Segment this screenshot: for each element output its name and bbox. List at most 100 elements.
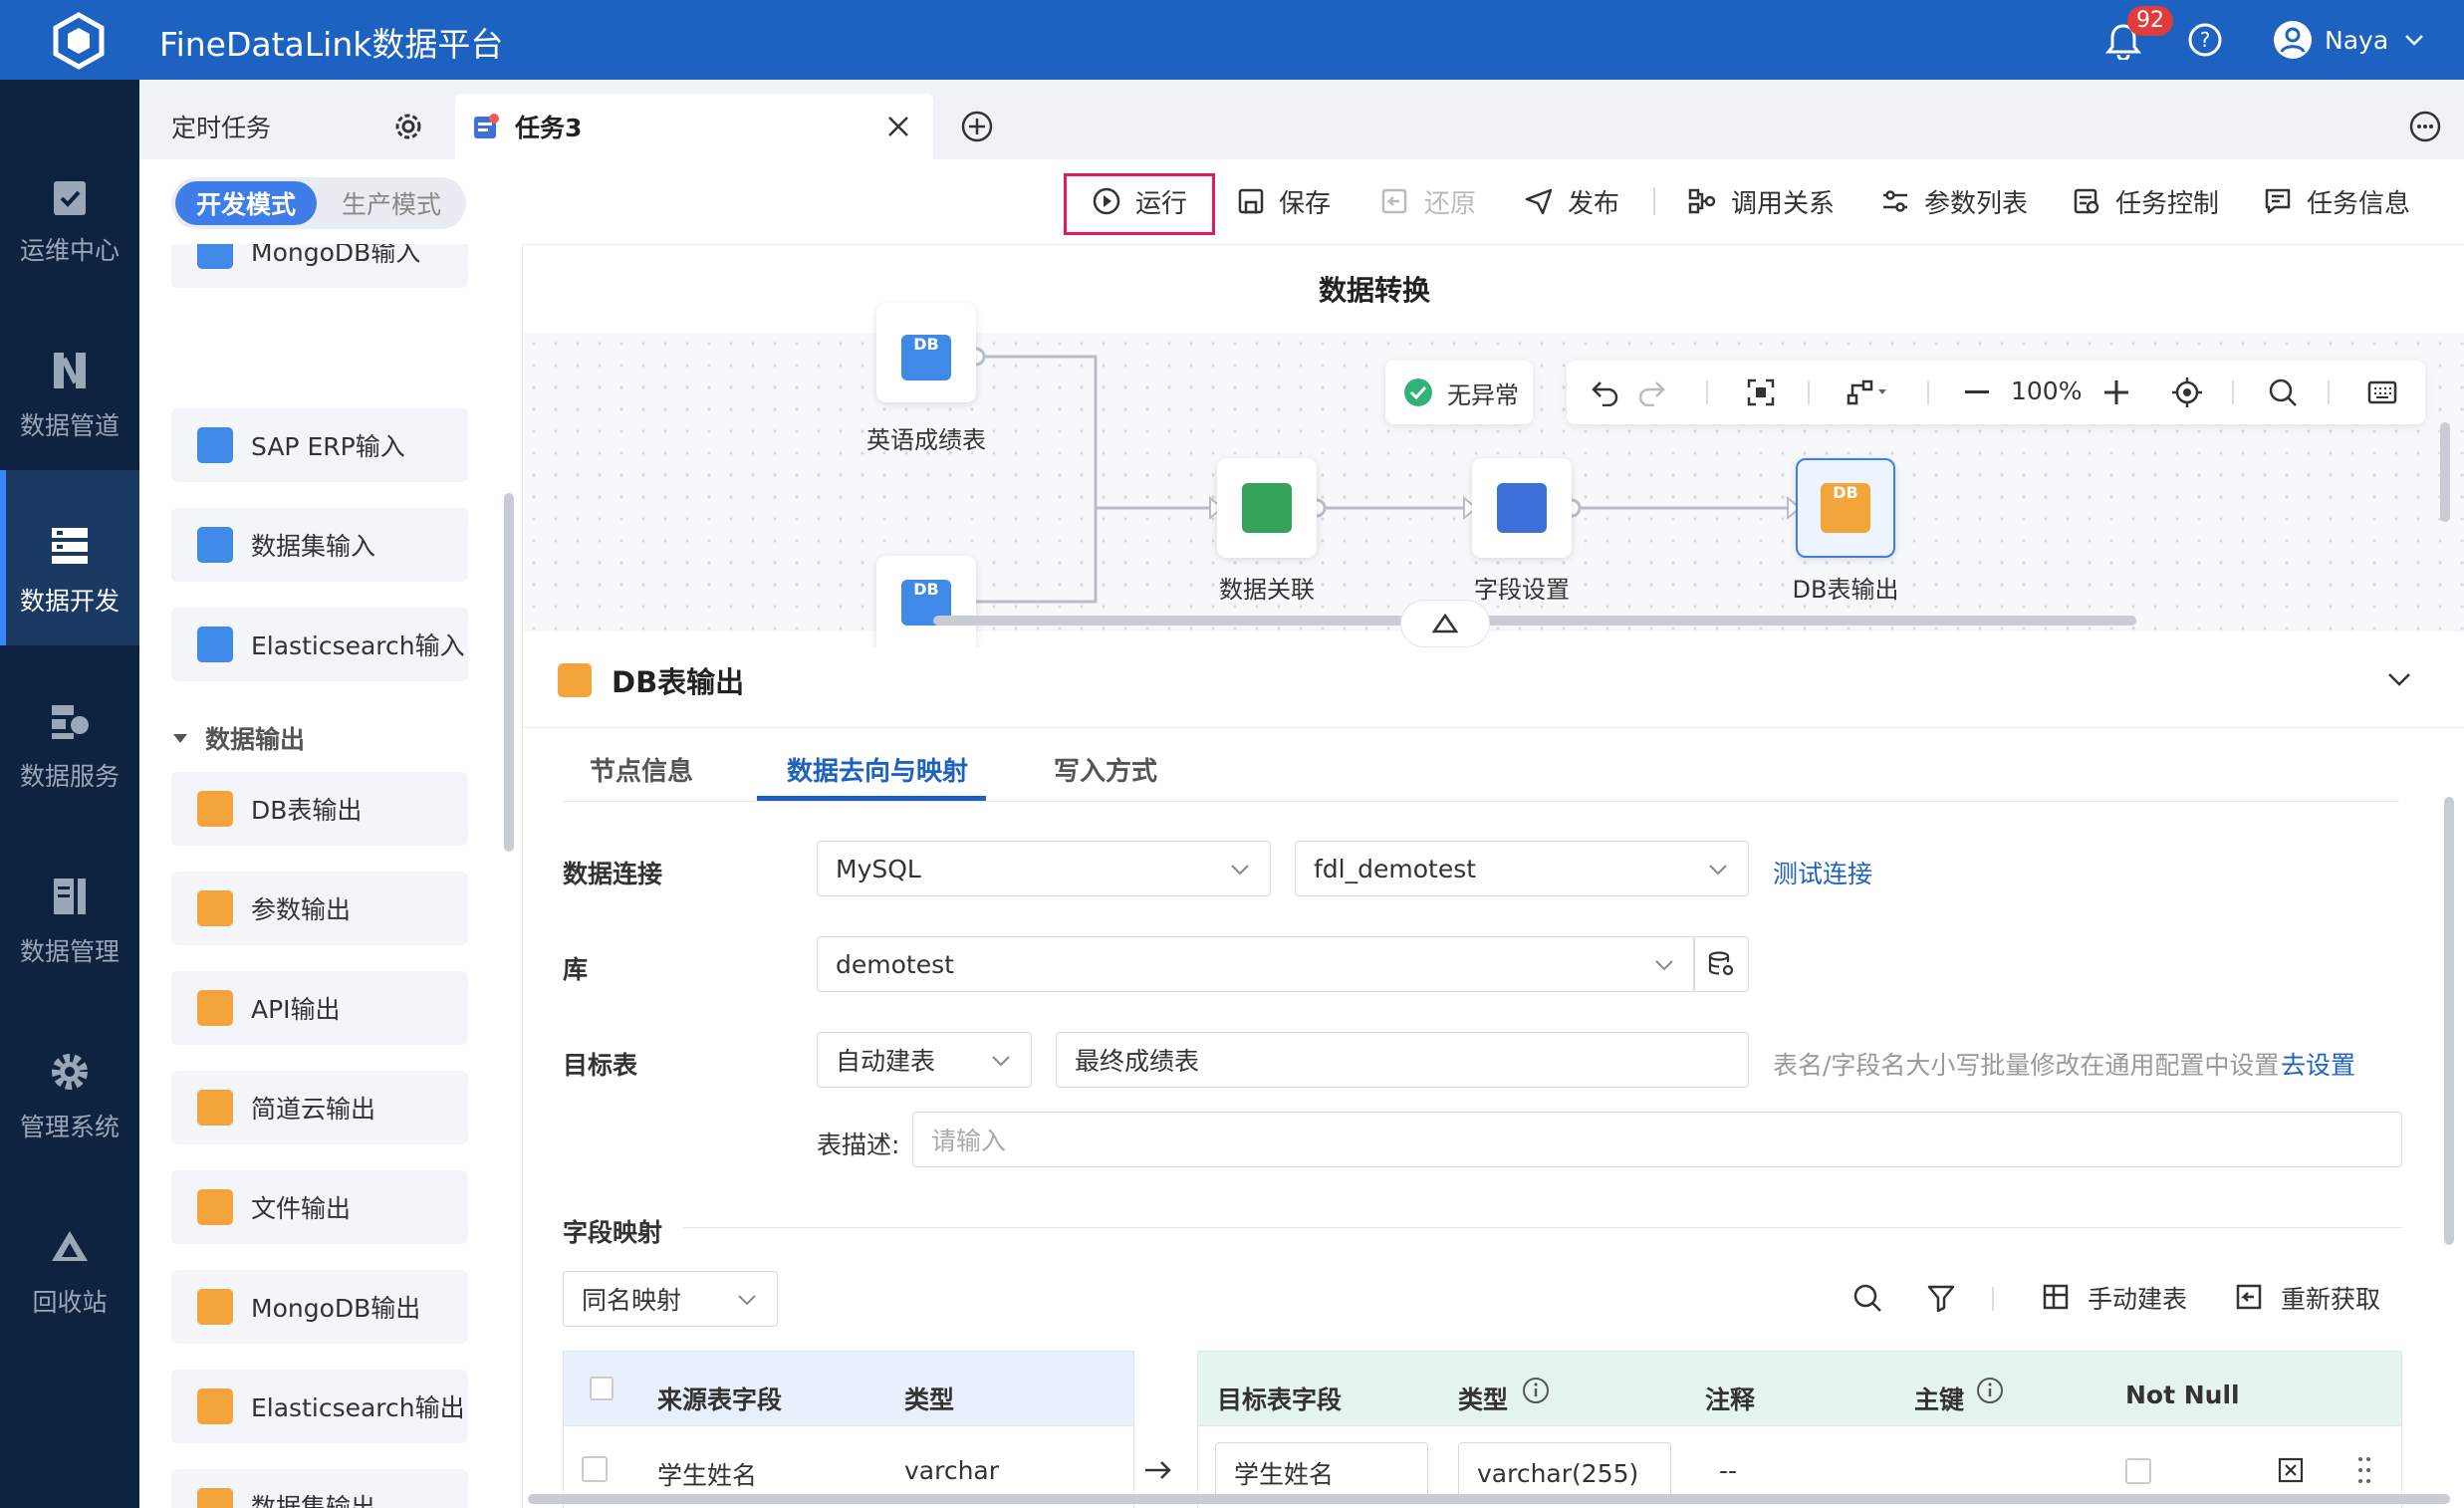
node-label: 数据关联	[1219, 576, 1315, 604]
component-item[interactable]: API输出	[171, 971, 468, 1045]
component-item[interactable]: 参数输出	[171, 872, 468, 945]
restore-button[interactable]: 还原	[1380, 179, 1476, 223]
not-null-checkbox[interactable]	[2125, 1458, 2151, 1484]
nav-data-service[interactable]: 数据服务	[0, 645, 139, 821]
chevron-down-icon	[1655, 960, 1673, 971]
component-item[interactable]: 数据集输入	[171, 508, 468, 582]
collapse-canvas-button[interactable]	[1400, 600, 1490, 647]
tab-task3[interactable]: 任务3	[455, 94, 933, 159]
tab-mapping[interactable]: 数据去向与映射	[787, 751, 968, 788]
panel-scrollbar[interactable]	[504, 493, 514, 852]
settings-icon[interactable]	[392, 111, 424, 142]
chevron-down-icon	[2405, 35, 2424, 46]
canvas-h-scrollbar[interactable]	[933, 616, 2136, 626]
task-control-button[interactable]: 任务控制	[2072, 179, 2219, 223]
more-icon[interactable]	[2408, 110, 2442, 143]
delete-row-icon[interactable]	[2277, 1456, 2305, 1484]
call-label: 调用关系	[1731, 188, 1836, 219]
task-control-icon	[2074, 188, 2099, 214]
publish-button[interactable]: 发布	[1524, 179, 1619, 223]
target-mode-select[interactable]: 自动建表	[817, 1032, 1032, 1088]
node-source-english[interactable]: DB	[876, 303, 976, 402]
nav-label: 数据开发	[19, 587, 120, 616]
tab-scheduled[interactable]: 定时任务	[139, 94, 448, 159]
nav-data-manage[interactable]: 数据管理	[0, 821, 139, 996]
mapping-mode-select[interactable]: 同名映射	[563, 1271, 778, 1327]
call-relation-button[interactable]: 调用关系	[1687, 179, 1835, 223]
locate-icon[interactable]	[2172, 377, 2202, 407]
param-list-button[interactable]: 参数列表	[1880, 179, 2028, 223]
divider	[1706, 380, 1708, 404]
component-item[interactable]: SAP ERP输入	[171, 408, 468, 482]
drag-handle-icon[interactable]	[2354, 1454, 2374, 1486]
component-item[interactable]: 文件输出	[171, 1170, 468, 1244]
tab-node-info[interactable]: 节点信息	[590, 751, 693, 788]
save-button[interactable]: 保存	[1237, 179, 1331, 223]
task-info-button[interactable]: 任务信息	[2263, 179, 2410, 223]
close-icon[interactable]	[885, 114, 911, 139]
db-select[interactable]: demotest	[817, 936, 1695, 992]
nav-data-pipeline[interactable]: 数据管道	[0, 295, 139, 470]
test-connection-link[interactable]: 测试连接	[1773, 855, 1872, 890]
source-table-header	[563, 1351, 1134, 1426]
canvas-v-scrollbar[interactable]	[2440, 422, 2450, 522]
chevron-down-icon[interactable]	[2386, 669, 2412, 689]
component-item[interactable]: MongoDB输入	[171, 244, 468, 288]
desc-input[interactable]: 请输入	[912, 1112, 2402, 1167]
add-tab-icon[interactable]	[960, 110, 994, 143]
zoom-in-icon[interactable]	[2104, 380, 2128, 404]
prod-mode-button[interactable]: 生产模式	[321, 181, 462, 225]
conn-name-select[interactable]: fdl_demotest	[1295, 841, 1749, 896]
conn-type-select[interactable]: MySQL	[817, 841, 1271, 896]
nav-data-dev[interactable]: 数据开发	[0, 470, 139, 645]
fit-view-icon[interactable]	[1746, 377, 1776, 407]
layout-icon[interactable]	[1846, 377, 1889, 407]
target-type-value: varchar(255)	[1477, 1458, 1639, 1488]
app-title: FineDataLink数据平台	[159, 25, 504, 64]
help-icon[interactable]: ?	[2187, 22, 2223, 58]
nav-system[interactable]: 管理系统	[0, 996, 139, 1171]
node-field-settings[interactable]	[1472, 458, 1572, 558]
component-item[interactable]: 简道云输出	[171, 1071, 468, 1144]
col-source-type: 类型	[904, 1385, 955, 1414]
target-table-input[interactable]: 最终成绩表	[1056, 1032, 1749, 1088]
search-icon[interactable]	[2268, 377, 2298, 407]
undo-icon[interactable]	[1591, 378, 1620, 406]
info-icon[interactable]	[1976, 1377, 2004, 1404]
node-db-output[interactable]: DB	[1796, 458, 1895, 558]
run-button[interactable]: 运行	[1092, 179, 1187, 223]
component-item[interactable]: DB表输出	[171, 772, 468, 846]
redo-icon[interactable]	[1636, 378, 1666, 406]
component-item[interactable]: 数据集输出	[171, 1469, 468, 1508]
manual-create-button[interactable]: 手动建表	[2042, 1279, 2187, 1317]
status-chip[interactable]: 无异常	[1385, 361, 1533, 424]
filter-icon[interactable]	[1926, 1283, 1956, 1313]
select-all-checkbox[interactable]	[590, 1377, 614, 1400]
recycle-icon	[52, 1231, 88, 1261]
node-data-join[interactable]	[1217, 458, 1317, 558]
detail-h-scrollbar[interactable]	[528, 1494, 2450, 1504]
keyboard-icon[interactable]	[2367, 379, 2397, 405]
component-item[interactable]: MongoDB输出	[171, 1270, 468, 1344]
component-item[interactable]: Elasticsearch输出	[171, 1370, 468, 1443]
detail-v-scrollbar[interactable]	[2444, 797, 2454, 1245]
zoom-out-icon[interactable]	[1965, 390, 1989, 394]
nav-recycle[interactable]: 回收站	[0, 1171, 139, 1347]
row-checkbox[interactable]	[582, 1456, 608, 1482]
flow-canvas[interactable]: DB 英语成绩表 DB 数据关联 字段设置 DB DB表输出 无异常 100%	[523, 303, 2464, 655]
info-icon[interactable]	[1522, 1377, 1550, 1404]
node-source-2[interactable]: DB	[876, 556, 976, 655]
component-label: SAP ERP输入	[251, 432, 405, 461]
group-data-output[interactable]: 数据输出	[171, 720, 305, 756]
target-table-value: 最终成绩表	[1075, 1047, 1200, 1076]
user-menu[interactable]: Naya	[2273, 18, 2426, 62]
dev-mode-button[interactable]: 开发模式	[175, 181, 317, 225]
component-label: Elasticsearch输入	[251, 631, 465, 660]
db-settings-button[interactable]	[1693, 936, 1749, 992]
goto-settings-link[interactable]: 去设置	[2281, 1046, 2355, 1082]
nav-ops-center[interactable]: 运维中心	[0, 120, 139, 295]
tab-write-mode[interactable]: 写入方式	[1054, 751, 1157, 788]
search-icon[interactable]	[1852, 1283, 1882, 1313]
component-item[interactable]: Elasticsearch输入	[171, 608, 468, 681]
refetch-button[interactable]: 重新获取	[2235, 1279, 2380, 1317]
